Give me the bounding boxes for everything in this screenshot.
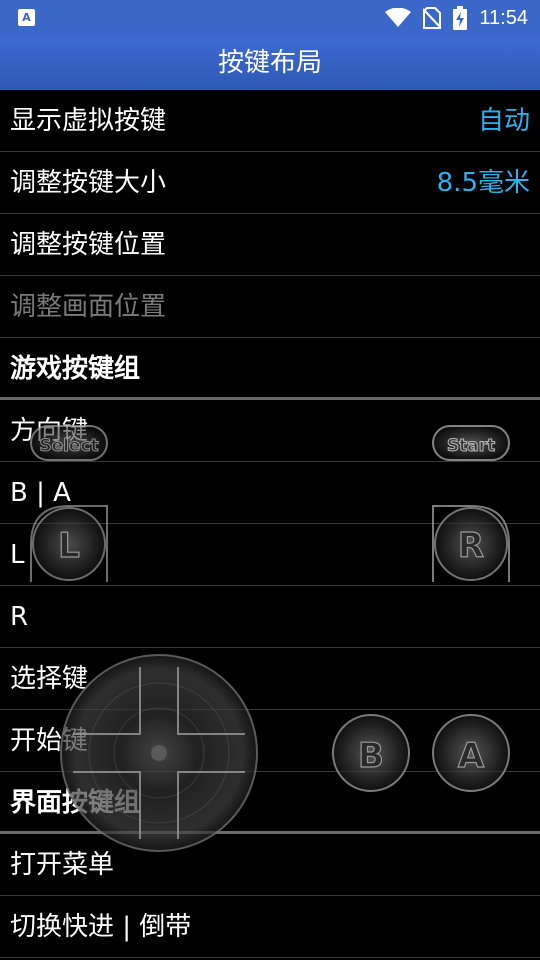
setting-show-virtual-keys[interactable]: 显示虚拟按键 自动: [0, 90, 540, 152]
setting-label: 打开菜单: [10, 850, 115, 880]
virtual-select-button[interactable]: Select: [30, 425, 108, 461]
l-button-label: L: [58, 526, 80, 566]
setting-r[interactable]: R: [0, 586, 540, 648]
start-button-label: Start: [447, 436, 495, 456]
app-notification-icon: A: [18, 9, 35, 26]
no-sim-icon: [423, 7, 442, 29]
b-button-label: B: [358, 736, 384, 776]
setting-label: 调整画面位置: [10, 292, 167, 322]
setting-label: L: [10, 540, 25, 570]
setting-label: 调整按键大小: [10, 168, 167, 198]
setting-label: 切换快进 | 倒带: [10, 912, 192, 942]
setting-value: 8.5毫米: [436, 168, 530, 198]
setting-label: R: [10, 602, 29, 632]
setting-key-position[interactable]: 调整按键位置: [0, 214, 540, 276]
wifi-icon: [385, 8, 412, 27]
group-header-game-keys: 游戏按键组: [0, 338, 540, 400]
clock: 11:54: [479, 6, 528, 29]
setting-fast-forward-rewind[interactable]: 切换快进 | 倒带: [0, 896, 540, 958]
setting-screen-position: 调整画面位置: [0, 276, 540, 338]
virtual-a-button[interactable]: A: [432, 714, 510, 792]
status-bar: A 11:54: [0, 0, 540, 36]
battery-charging-icon: [453, 6, 468, 30]
setting-label: 显示虚拟按键: [10, 106, 167, 136]
virtual-b-button[interactable]: B: [332, 714, 410, 792]
setting-open-menu[interactable]: 打开菜单: [0, 834, 540, 896]
setting-value: 自动: [477, 106, 530, 136]
setting-key-size[interactable]: 调整按键大小 8.5毫米: [0, 152, 540, 214]
a-button-label: A: [458, 736, 485, 776]
app-bar: 按键布局: [0, 36, 540, 90]
r-button-label: R: [458, 526, 484, 566]
setting-label: 调整按键位置: [10, 230, 167, 260]
select-button-label: Select: [39, 436, 98, 456]
virtual-dpad[interactable]: [60, 654, 258, 852]
page-title: 按键布局: [217, 48, 322, 78]
virtual-start-button[interactable]: Start: [432, 425, 510, 461]
group-title: 游戏按键组: [10, 354, 141, 384]
